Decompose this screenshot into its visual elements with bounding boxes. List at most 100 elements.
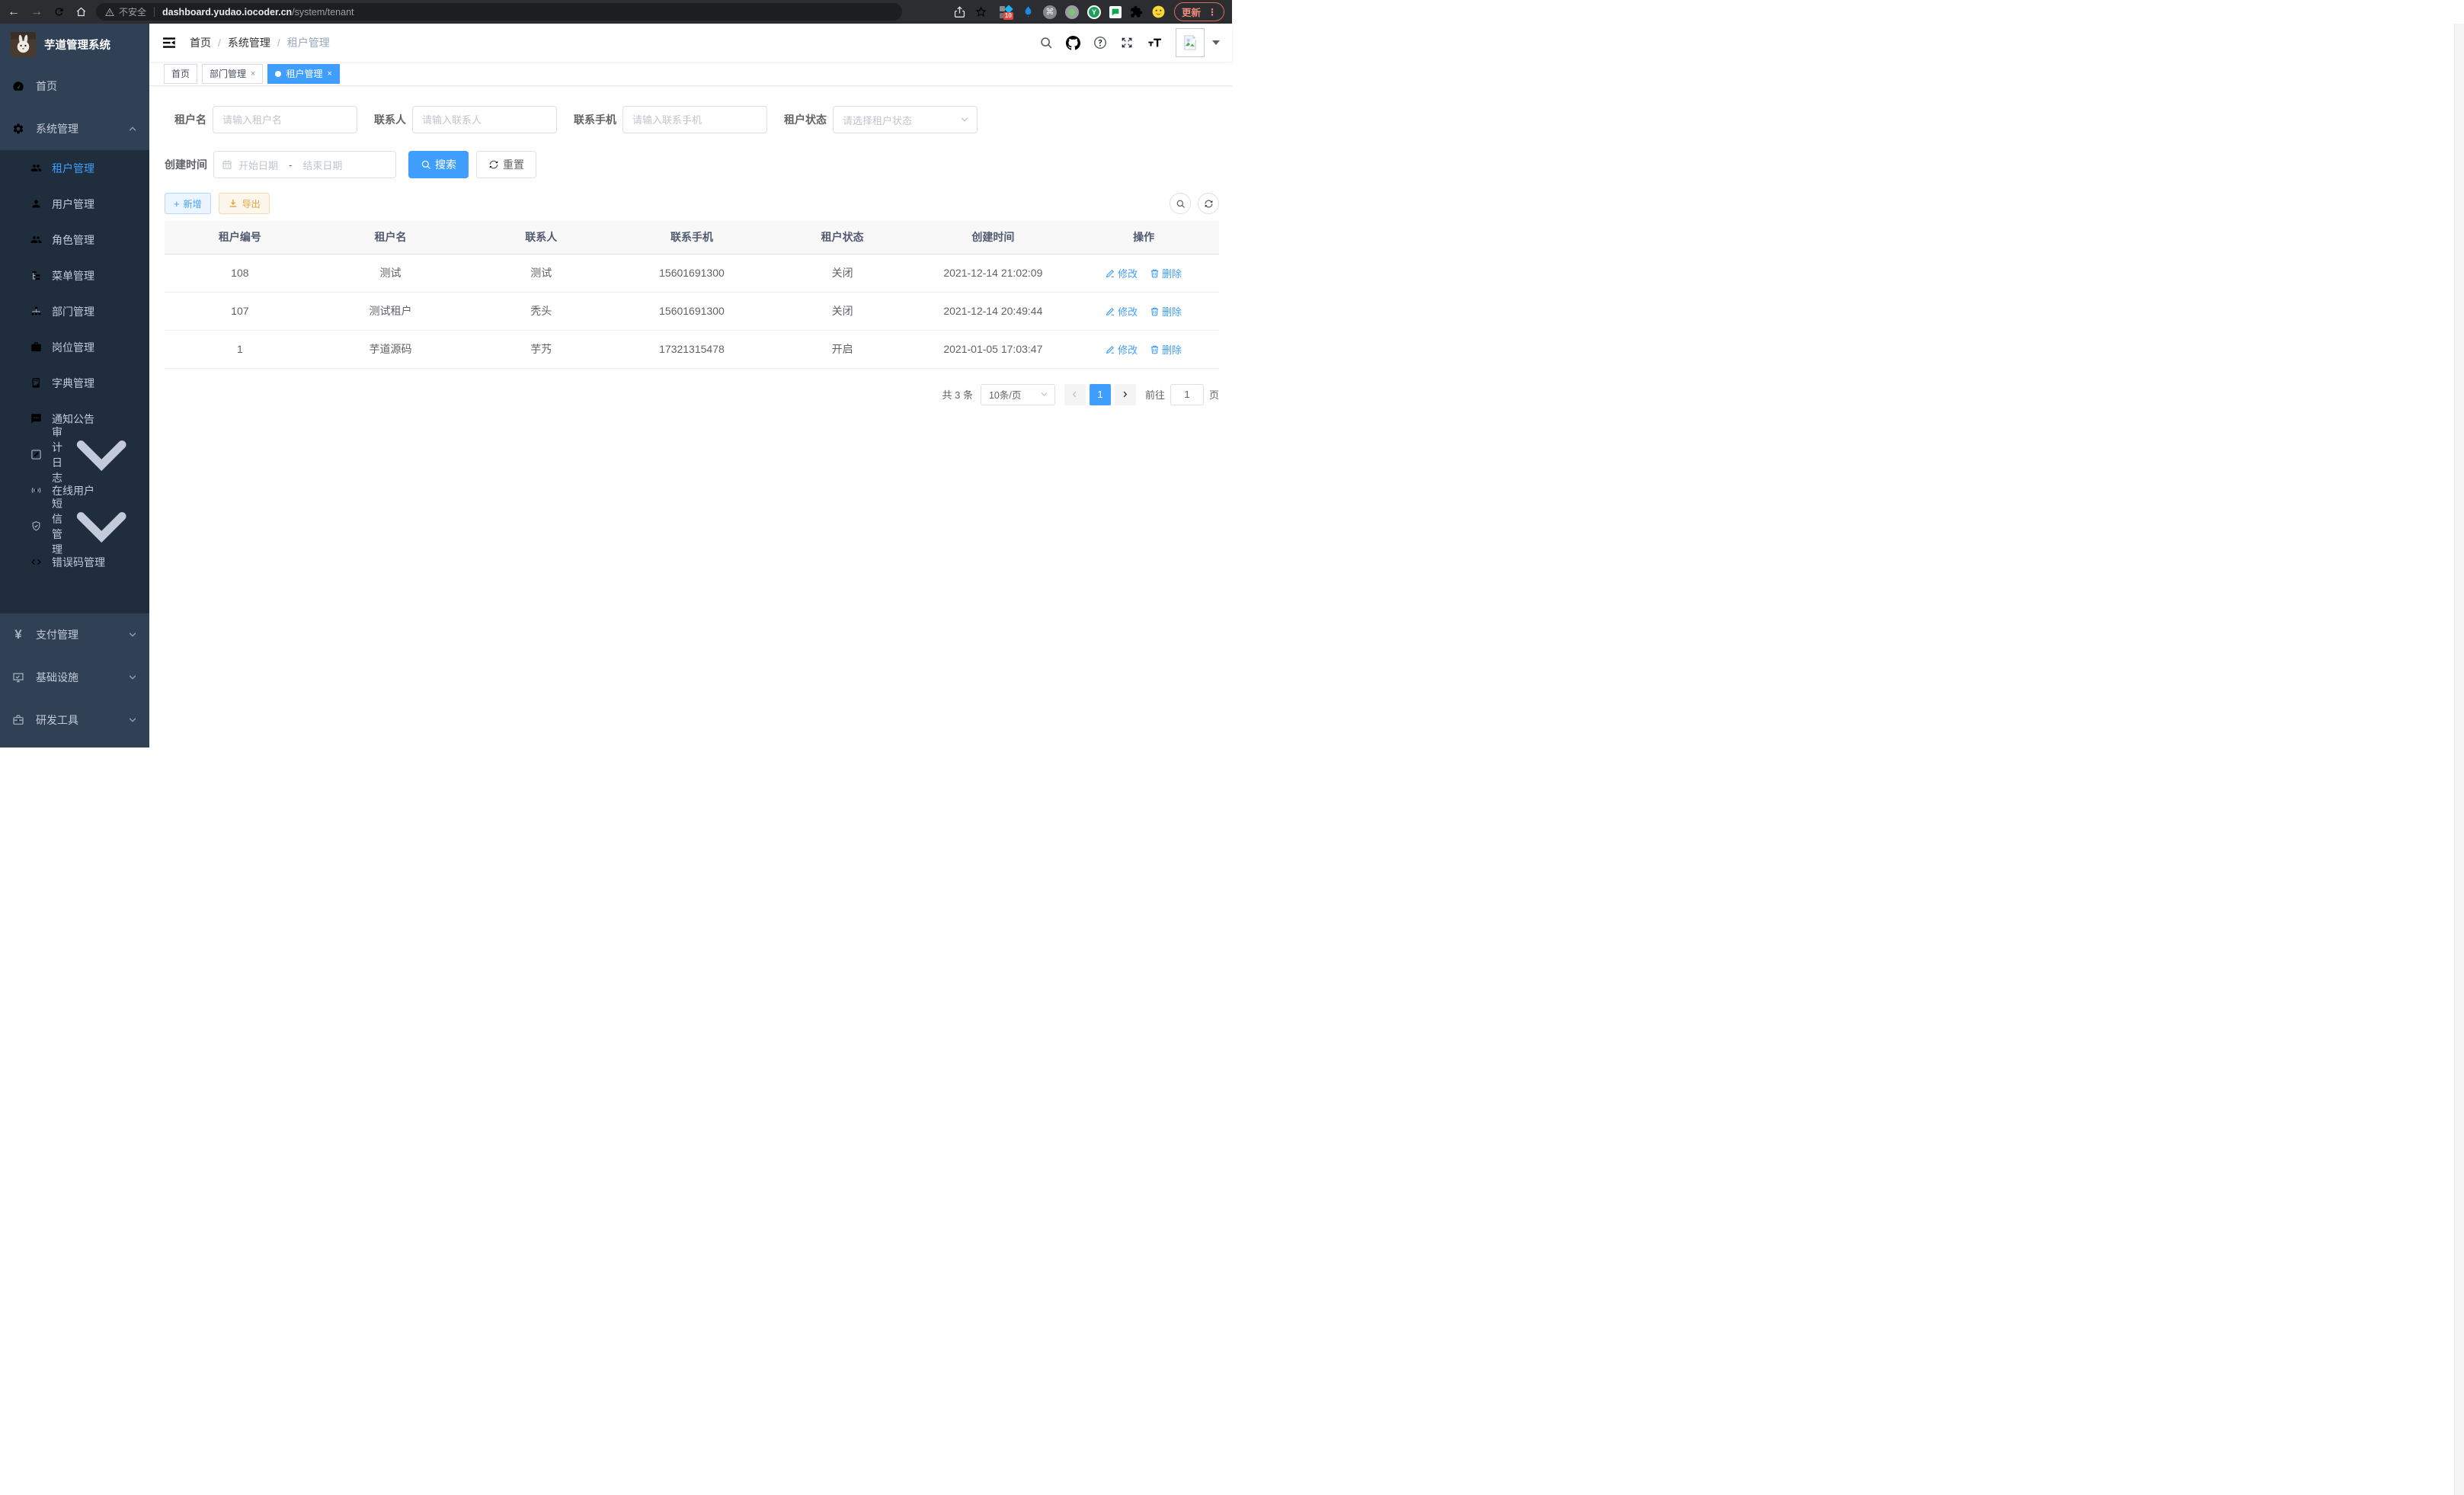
start-date-placeholder[interactable]: 开始日期 xyxy=(238,158,278,172)
goto-page-input[interactable] xyxy=(1170,384,1204,405)
edit-link[interactable]: 修改 xyxy=(1106,342,1138,357)
browser-forward-icon[interactable]: → xyxy=(30,6,43,18)
address-bar[interactable]: 不安全 dashboard.yudao.iocoder.cn/system/te… xyxy=(96,3,902,21)
search-icon[interactable] xyxy=(1039,36,1053,50)
breadcrumb-system[interactable]: 系统管理 xyxy=(228,35,270,50)
next-page-button[interactable] xyxy=(1115,384,1136,405)
reset-button[interactable]: 重置 xyxy=(476,151,536,178)
status-select[interactable]: 请选择租户状态 xyxy=(833,106,978,133)
add-button[interactable]: + 新增 xyxy=(165,193,211,214)
sidebar-item-sms[interactable]: 短信管理 xyxy=(0,508,149,544)
extension-green-dot-icon[interactable] xyxy=(1065,5,1079,19)
close-icon[interactable]: × xyxy=(327,69,331,78)
filter-row-2: 创建时间 开始日期 - 结束日期 搜索 重置 xyxy=(165,151,1219,178)
tab-tenant[interactable]: 租户管理 × xyxy=(267,64,339,84)
edit-link[interactable]: 修改 xyxy=(1106,266,1138,280)
window-scrollbar[interactable] xyxy=(2454,24,2464,1495)
contact-input[interactable] xyxy=(412,106,557,133)
extension-drop-icon[interactable] xyxy=(1022,5,1035,18)
col-contact: 联系人 xyxy=(466,221,616,254)
tenant-name-input[interactable] xyxy=(213,106,357,133)
date-separator: - xyxy=(289,159,292,171)
sidebar-item-label: 支付管理 xyxy=(36,627,78,642)
browser-reload-icon[interactable] xyxy=(53,6,65,18)
cell-actions: 修改 删除 xyxy=(1068,330,1219,368)
close-icon[interactable]: × xyxy=(251,69,255,78)
sidebar-item-label: 字典管理 xyxy=(52,376,94,391)
extension-command-icon[interactable]: ⌘ xyxy=(1043,5,1057,19)
col-tenant-name: 租户名 xyxy=(315,221,466,254)
logo-row[interactable]: 芋道管理系统 xyxy=(0,24,149,65)
collapse-sidebar-icon[interactable] xyxy=(162,35,177,50)
sidebar-item-label: 审计日志 xyxy=(52,424,66,485)
pagination: 共 3 条 10条/页 1 前往 页 xyxy=(165,384,1219,405)
sidebar-item-audit-log[interactable]: 审计日志 xyxy=(0,437,149,472)
sidebar-item-dev-tools[interactable]: 研发工具 xyxy=(0,699,149,741)
sidebar-item-payment[interactable]: ¥ 支付管理 xyxy=(0,613,149,656)
goto-page: 前往 页 xyxy=(1145,384,1219,405)
tab-home[interactable]: 首页 xyxy=(164,64,197,84)
end-date-placeholder[interactable]: 结束日期 xyxy=(302,158,342,172)
search-button[interactable]: 搜索 xyxy=(408,151,469,178)
page-number-1[interactable]: 1 xyxy=(1090,384,1111,405)
export-button[interactable]: 导出 xyxy=(219,193,270,214)
avatar[interactable] xyxy=(1176,28,1205,57)
create-time-range-picker[interactable]: 开始日期 - 结束日期 xyxy=(213,151,396,178)
monitor-icon xyxy=(12,671,24,683)
tab-dept[interactable]: 部门管理 × xyxy=(202,64,263,84)
tenant-name-label: 租户名 xyxy=(174,112,206,127)
sidebar-item-system[interactable]: 系统管理 xyxy=(0,107,149,150)
breadcrumb-home[interactable]: 首页 xyxy=(190,35,211,50)
table-header-row: 租户编号 租户名 联系人 联系手机 租户状态 创建时间 操作 xyxy=(165,221,1219,254)
sidebar-item-tenant[interactable]: 租户管理 xyxy=(0,150,149,186)
delete-link[interactable]: 删除 xyxy=(1150,266,1182,280)
sidebar-item-dept[interactable]: 部门管理 xyxy=(0,293,149,329)
sidebar-item-infrastructure[interactable]: 基础设施 xyxy=(0,656,149,699)
browser-back-icon[interactable]: ← xyxy=(8,6,20,18)
delete-link[interactable]: 删除 xyxy=(1150,304,1182,319)
sidebar-item-home[interactable]: 首页 xyxy=(0,65,149,107)
cell-actions: 修改 删除 xyxy=(1068,292,1219,330)
delete-link[interactable]: 删除 xyxy=(1150,342,1182,357)
extensions-puzzle-icon[interactable] xyxy=(1130,5,1143,18)
toggle-search-button[interactable] xyxy=(1170,193,1191,214)
chevron-up-icon xyxy=(128,124,137,133)
help-icon[interactable] xyxy=(1093,36,1107,50)
sidebar-item-label: 角色管理 xyxy=(52,232,94,248)
share-icon[interactable] xyxy=(953,5,966,18)
active-tab-dot xyxy=(275,71,281,77)
sidebar-item-dict[interactable]: 字典管理 xyxy=(0,365,149,401)
top-navbar: 首页 / 系统管理 / 租户管理 xyxy=(149,24,1232,62)
cell-tenant-id: 108 xyxy=(165,254,315,292)
extension-squares-icon[interactable]: 10 xyxy=(1000,5,1013,19)
prev-page-button[interactable] xyxy=(1064,384,1086,405)
url-host: dashboard.yudao.iocoder.cn xyxy=(162,7,292,18)
extension-yuque-icon[interactable]: Y xyxy=(1087,5,1101,19)
extension-chat-icon[interactable] xyxy=(1109,6,1122,18)
profile-avatar-icon[interactable] xyxy=(1151,5,1166,19)
phone-input[interactable] xyxy=(622,106,767,133)
cell-contact: 芋艿 xyxy=(466,330,616,368)
bookmark-star-icon[interactable] xyxy=(974,5,987,18)
browser-update-button[interactable]: 更新 ⋮ xyxy=(1174,2,1224,21)
sidebar-item-role[interactable]: 角色管理 xyxy=(0,222,149,258)
sidebar-item-menu[interactable]: 菜单管理 xyxy=(0,258,149,293)
browser-menu-icon[interactable]: ⋮ xyxy=(1208,7,1217,18)
font-size-icon[interactable] xyxy=(1147,36,1163,50)
page-size-select[interactable]: 10条/页 xyxy=(981,384,1055,405)
cell-status: 关闭 xyxy=(767,292,918,330)
fullscreen-icon[interactable] xyxy=(1120,36,1134,50)
github-icon[interactable] xyxy=(1066,36,1080,50)
sidebar-item-user[interactable]: 用户管理 xyxy=(0,186,149,222)
edit-link[interactable]: 修改 xyxy=(1106,304,1138,319)
gear-icon xyxy=(12,123,24,135)
not-secure-label[interactable]: 不安全 xyxy=(119,5,146,18)
trash-icon xyxy=(1150,268,1160,278)
sidebar-item-post[interactable]: 岗位管理 xyxy=(0,329,149,365)
browser-home-icon[interactable] xyxy=(75,6,87,18)
table-toolbar: + 新增 导出 xyxy=(165,193,1219,214)
refresh-table-button[interactable] xyxy=(1198,193,1219,214)
col-phone: 联系手机 xyxy=(616,221,767,254)
caret-down-icon[interactable] xyxy=(1212,40,1220,45)
cell-tenant-name: 测试 xyxy=(315,254,466,292)
